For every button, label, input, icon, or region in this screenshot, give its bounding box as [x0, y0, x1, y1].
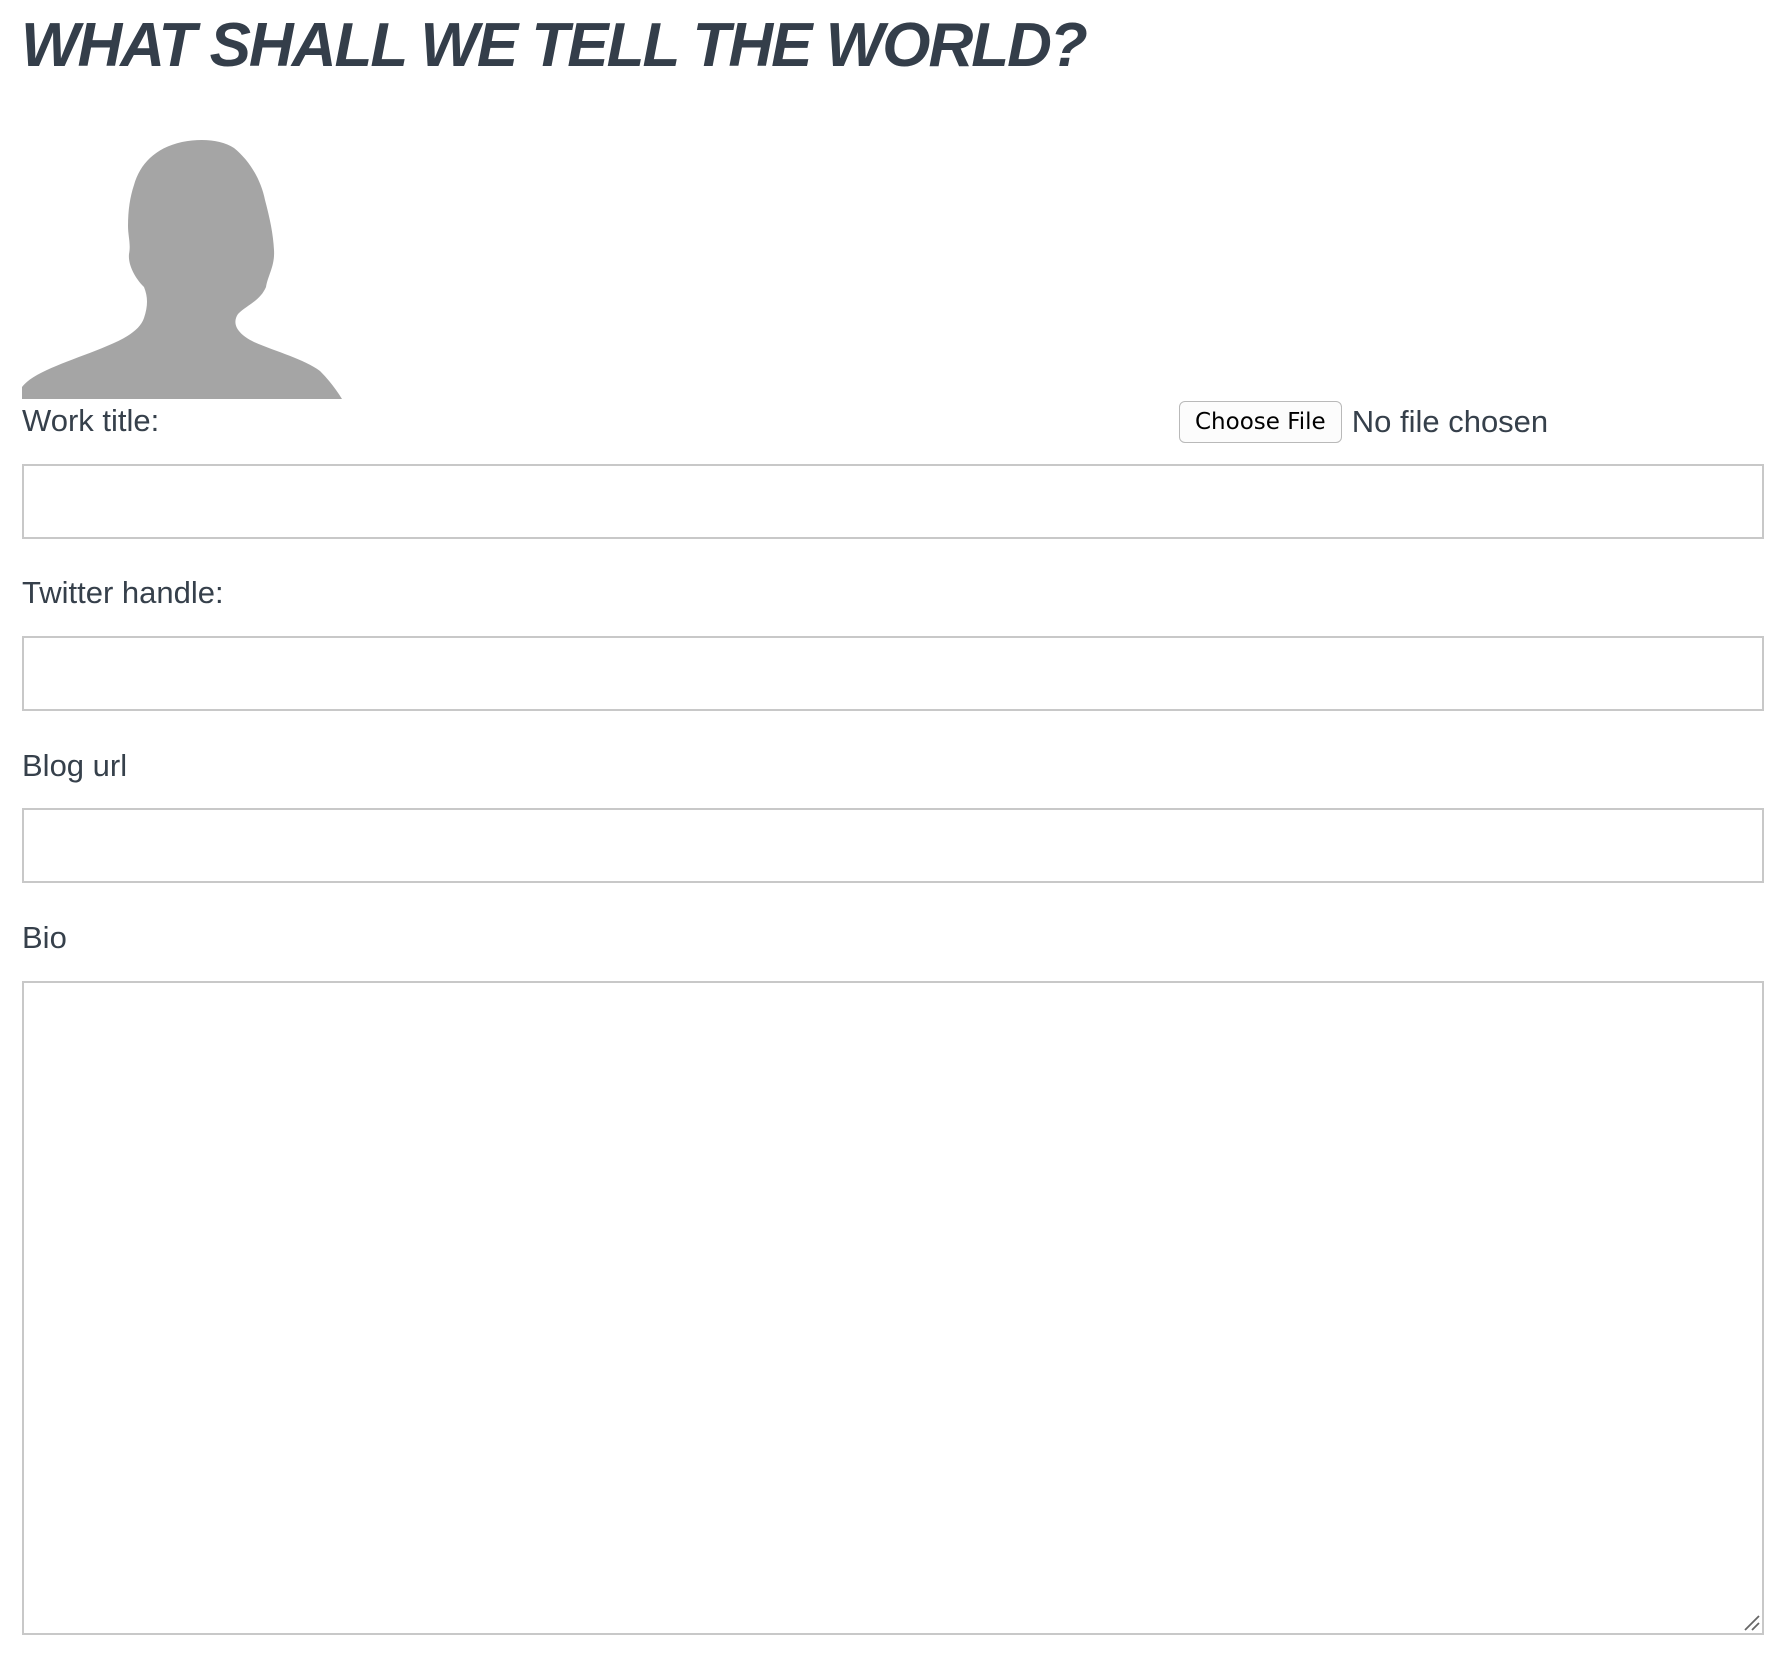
bio-textarea[interactable] [22, 981, 1764, 1635]
twitter-handle-input[interactable] [22, 636, 1764, 711]
blog-url-label: Blog url [22, 748, 128, 783]
work-title-label: Work title: [22, 403, 160, 438]
file-status-text: No file chosen [1351, 404, 1549, 439]
work-title-input[interactable] [22, 464, 1764, 539]
twitter-handle-label: Twitter handle: [22, 575, 224, 610]
file-picker: Choose File No file chosen [1179, 400, 1548, 444]
page-title: WHAT SHALL WE TELL THE WORLD? [21, 11, 1088, 80]
choose-file-button[interactable]: Choose File [1179, 401, 1342, 443]
resize-handle-icon[interactable] [1742, 1613, 1760, 1631]
bio-label: Bio [22, 920, 67, 955]
avatar [22, 137, 342, 399]
person-silhouette-icon [22, 140, 342, 399]
blog-url-input[interactable] [22, 808, 1764, 883]
